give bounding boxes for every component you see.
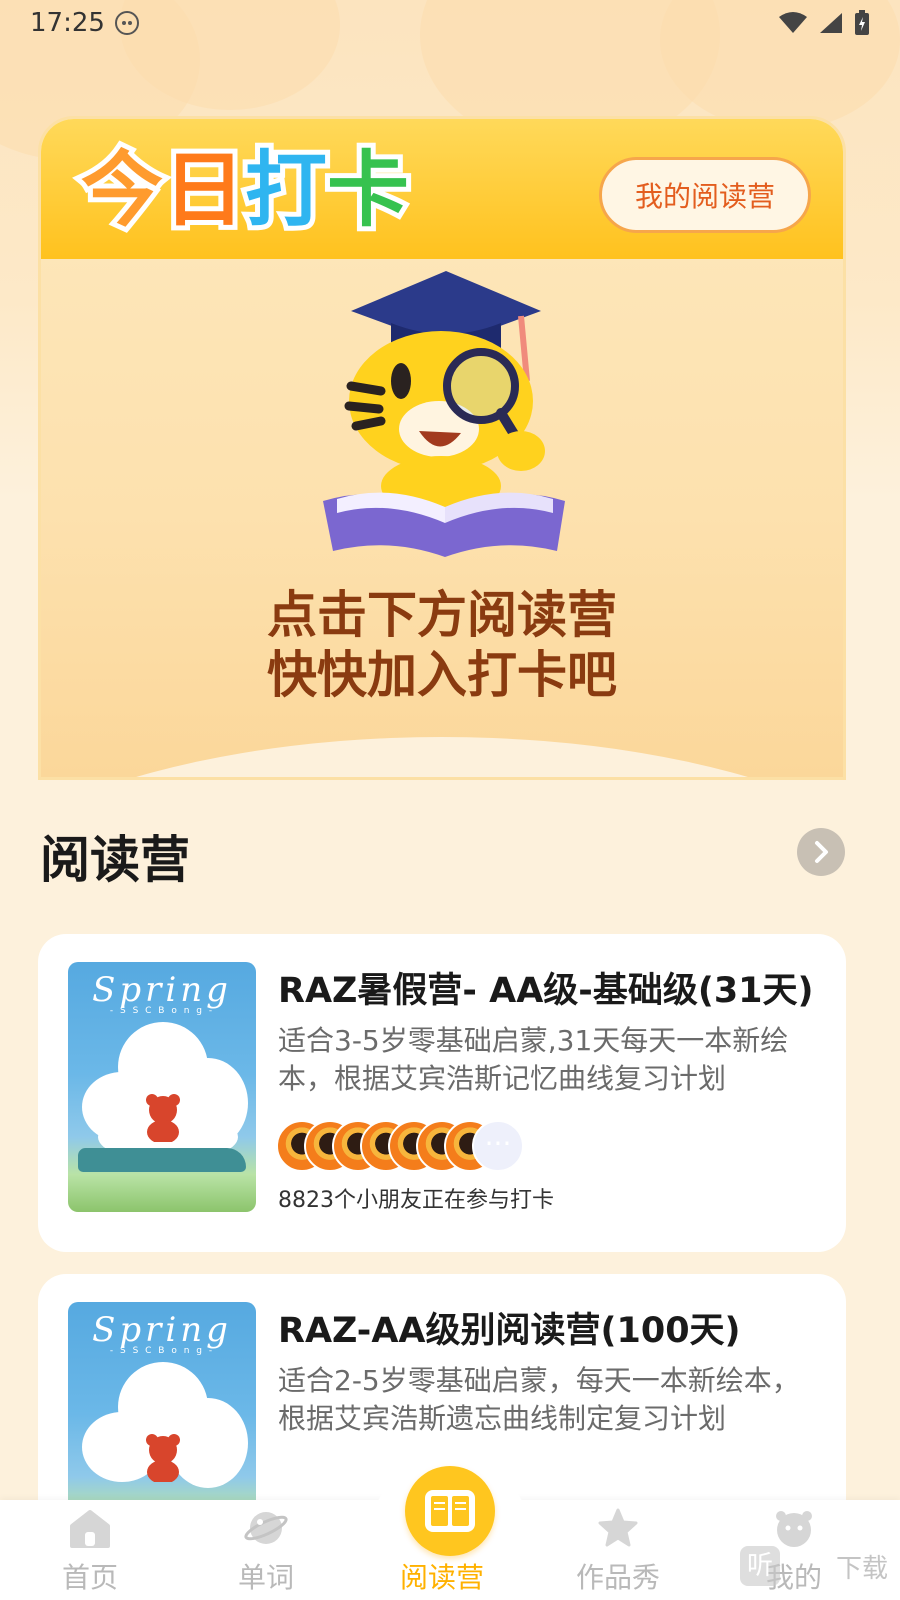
camp-description: 适合2-5岁零基础启蒙，每天一本新绘本，根据艾宾浩斯遗忘曲线制定复习计划 <box>278 1364 800 1435</box>
chevron-right-icon <box>815 841 828 863</box>
cover-subtitle: - S S C B o n g - <box>109 1006 215 1016</box>
title-char: 打 <box>240 138 332 243</box>
profile-icon <box>776 1511 812 1547</box>
notification-face-icon <box>114 11 139 35</box>
home-icon <box>70 1510 110 1548</box>
section-more-button[interactable] <box>797 828 845 876</box>
planet-icon <box>244 1512 288 1544</box>
my-camp-button[interactable]: 我的阅读营 <box>599 157 811 233</box>
status-icons <box>778 10 870 36</box>
crocodile-illustration <box>78 1148 246 1172</box>
status-bar: 17:25 <box>0 0 900 46</box>
title-char: 今 <box>76 138 168 243</box>
star-icon <box>598 1508 638 1547</box>
nav-item-words[interactable]: 单词 <box>176 1508 356 1596</box>
title-char: 卡 <box>322 138 414 243</box>
nav-item-home[interactable]: 首页 <box>0 1508 180 1596</box>
checkin-card[interactable]: 今 日 打 卡 我的阅读营 点击下方阅读营 快快加入打卡吧 <box>38 116 846 780</box>
camp-title: RAZ暑假营- AA级-基础级(31天) <box>278 971 814 1011</box>
status-time: 17:25 <box>30 8 105 38</box>
participant-avatars: ··· <box>276 1120 536 1172</box>
camp-participants-count: 8823个小朋友正在参与打卡 <box>278 1188 554 1213</box>
signal-icon <box>820 13 842 33</box>
cover-subtitle: - S S C B o n g - <box>109 1346 215 1356</box>
nav-spacer <box>420 1508 464 1548</box>
section-title: 阅读营 <box>40 831 190 889</box>
nav-item-reading-camp[interactable]: 阅读营 <box>352 1508 532 1596</box>
bear-illustration <box>146 1094 180 1142</box>
more-avatars-icon: ··· <box>472 1120 524 1172</box>
tiger-mascot-illustration <box>323 271 565 557</box>
checkin-title: 今 日 打 卡 <box>76 138 414 243</box>
watermark: 听 下载 <box>740 1546 888 1586</box>
watermark-badge: 听 <box>740 1546 780 1586</box>
nav-label: 首页 <box>61 1561 118 1594</box>
nav-label: 作品秀 <box>575 1561 660 1594</box>
camp-cover-image: Spring - S S C B o n g - <box>68 962 256 1212</box>
camp-card[interactable]: Spring - S S C B o n g - RAZ暑假营- AA级-基础级… <box>38 934 846 1252</box>
cover-title: Spring <box>92 1310 232 1350</box>
nav-label: 阅读营 <box>399 1561 484 1594</box>
title-char: 日 <box>158 138 250 243</box>
camp-description: 适合3-5岁零基础启蒙,31天每天一本新绘本，根据艾宾浩斯记忆曲线复习计划 <box>278 1024 789 1095</box>
nav-item-showcase[interactable]: 作品秀 <box>528 1508 708 1596</box>
checkin-prompt-line1: 点击下方阅读营 <box>267 586 617 644</box>
wifi-icon <box>779 12 807 33</box>
checkin-prompt-line2: 快快加入打卡吧 <box>267 646 617 704</box>
bear-illustration <box>146 1434 180 1482</box>
cover-title: Spring <box>92 970 232 1010</box>
nav-label: 单词 <box>237 1561 294 1594</box>
battery-icon <box>855 10 869 35</box>
watermark-text: 下载 <box>836 1553 889 1584</box>
camp-title: RAZ-AA级别阅读营(100天) <box>278 1311 741 1351</box>
